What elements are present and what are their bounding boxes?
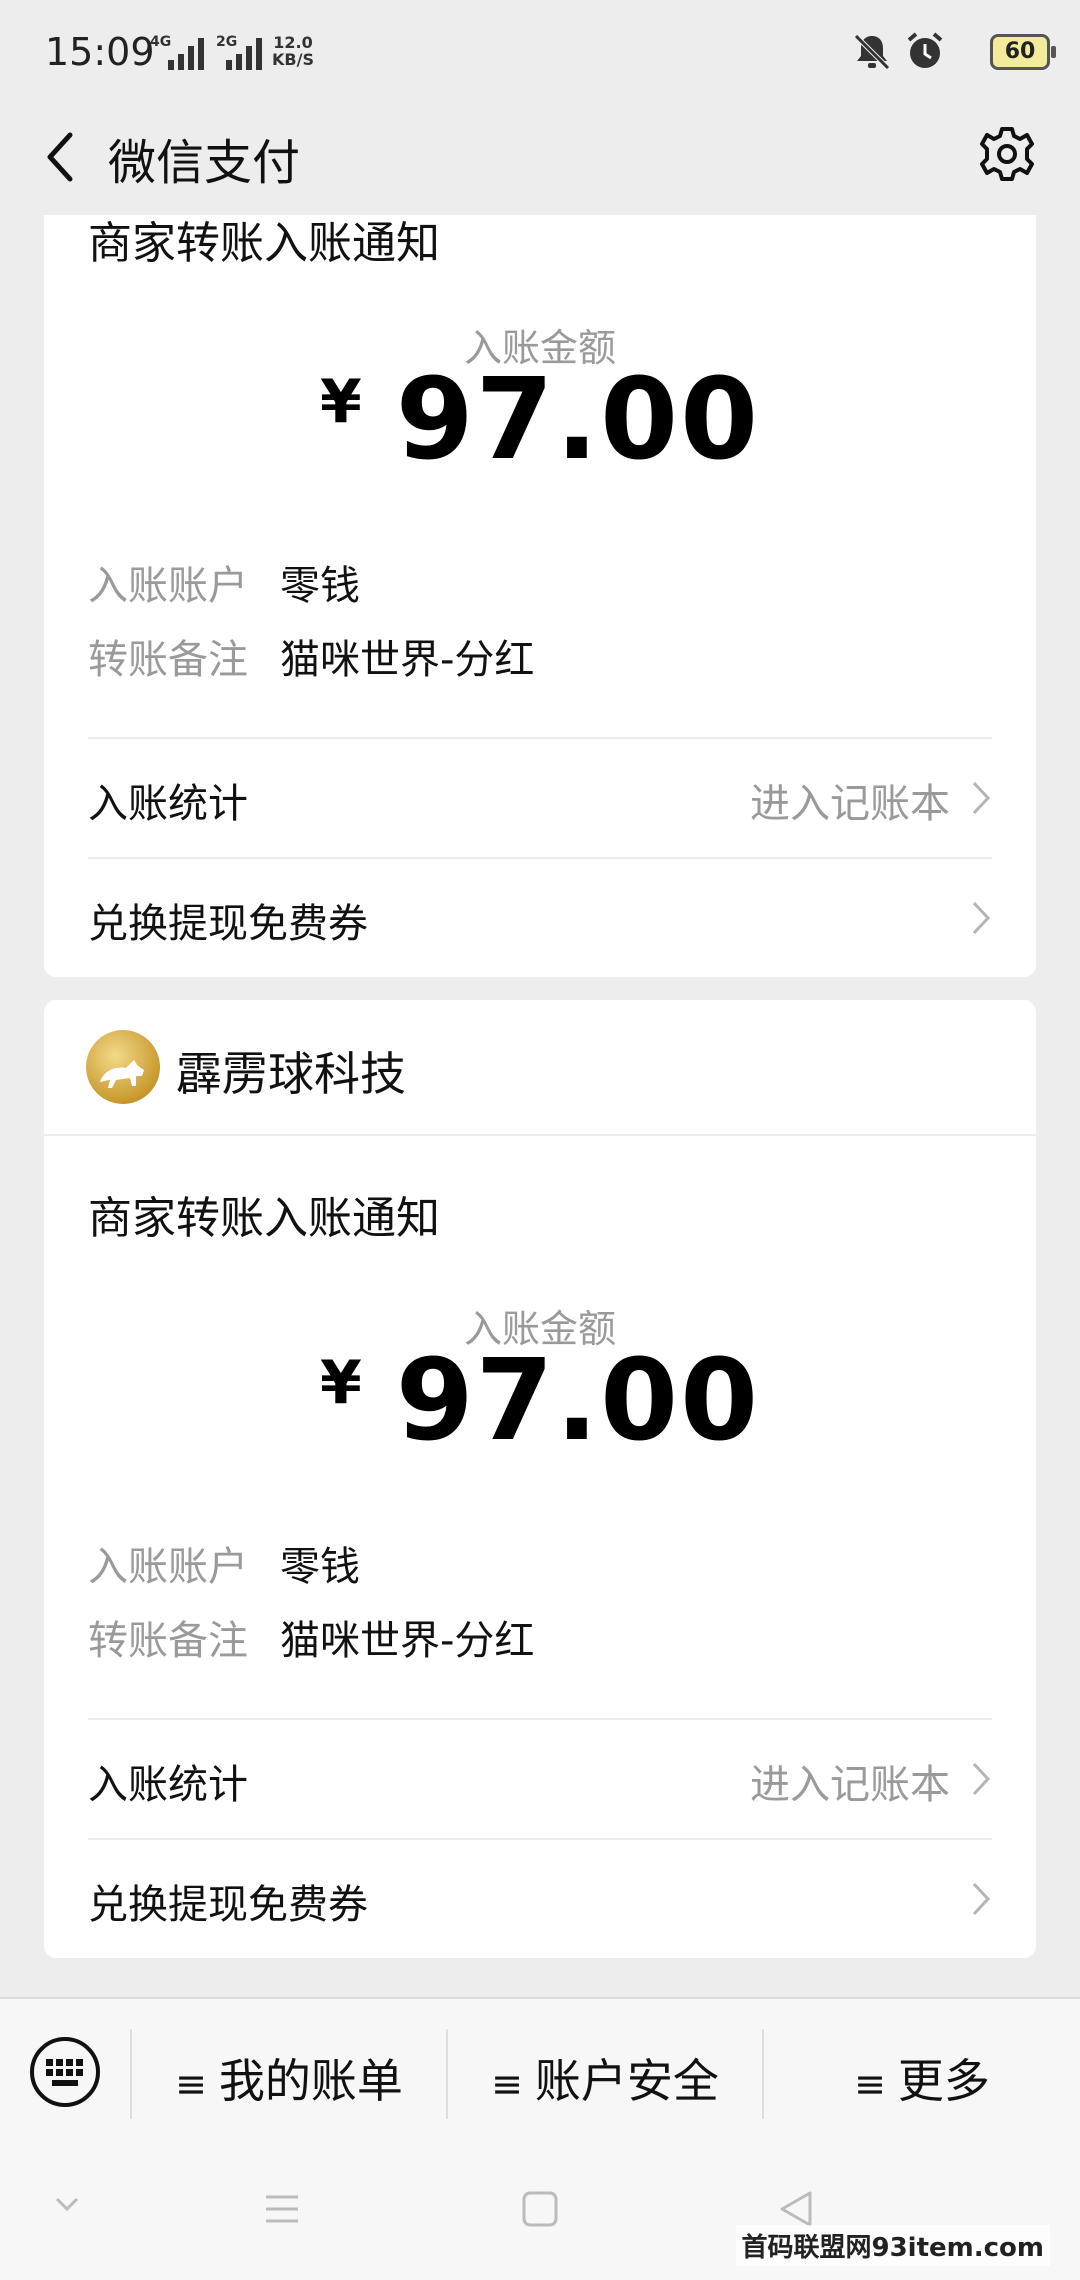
cat-logo-icon — [100, 1060, 144, 1088]
stats-hint: 进入记账本 — [750, 781, 950, 827]
alarm-icon — [907, 32, 943, 68]
watermark: 首码联盟网93item.com — [735, 2225, 1050, 2266]
nav-bar: 微信支付 — [0, 105, 1080, 215]
menu-list-icon: ≡ — [854, 2062, 886, 2106]
system-nav-bar: 首码联盟网93item.com — [0, 2149, 1080, 2280]
menu-list-icon: ≡ — [175, 2062, 207, 2106]
mute-bell-icon — [854, 34, 890, 70]
stats-label: 入账统计 — [88, 781, 248, 827]
section-title: 商家转账入账通知 — [88, 1193, 440, 1244]
note-row: 转账备注 猫咪世界-分红 — [88, 1608, 534, 1666]
coupon-row[interactable]: 兑换提现免费券 — [88, 1840, 992, 1958]
account-value: 零钱 — [280, 563, 360, 609]
merchant-row[interactable]: 霹雳球科技 — [44, 1000, 1036, 1136]
chevron-right-icon — [972, 901, 991, 935]
status-bar: 15:09 4G 2G 12.0 KB/S 60 — [0, 0, 1080, 105]
account-label: 入账账户 — [88, 563, 248, 609]
hide-nav-icon[interactable] — [52, 2189, 82, 2219]
merchant-logo — [86, 1030, 160, 1104]
menu-more[interactable]: ≡ 更多 — [764, 2045, 1080, 2111]
merchant-name: 霹雳球科技 — [176, 1047, 406, 1101]
section-title: 商家转账入账通知 — [88, 218, 440, 269]
page-title: 微信支付 — [108, 135, 301, 191]
battery-icon: 60 — [990, 34, 1056, 70]
note-value: 猫咪世界-分红 — [280, 637, 535, 683]
transfer-card-2: 霹雳球科技 商家转账入账通知 入账金额 ¥97.00 入账账户 零钱 转账备注 猫咪… — [44, 1000, 1036, 1958]
home-icon[interactable] — [520, 2189, 560, 2229]
amount-number: 97.00 — [395, 1336, 760, 1466]
note-label: 转账备注 — [88, 637, 248, 683]
status-icons: 60 — [850, 30, 1056, 74]
chevron-right-icon — [972, 1882, 991, 1916]
note-label: 转账备注 — [88, 1618, 248, 1664]
chevron-right-icon — [972, 1762, 991, 1796]
chevron-right-icon — [972, 781, 991, 815]
network-speed: 12.0 KB/S — [272, 33, 314, 69]
signal-4g-icon: 4G — [150, 34, 208, 70]
coupon-label: 兑换提现免费券 — [88, 901, 368, 947]
stats-row[interactable]: 入账统计 进入记账本 — [88, 1720, 992, 1838]
note-value: 猫咪世界-分红 — [280, 1618, 535, 1664]
account-row: 入账账户 零钱 — [88, 1534, 360, 1592]
back-nav-icon[interactable] — [776, 2189, 816, 2229]
account-value: 零钱 — [280, 1544, 360, 1590]
currency-symbol: ¥ — [319, 367, 362, 437]
menu-icon[interactable] — [262, 2189, 302, 2229]
amount-value: ¥97.00 — [44, 1336, 1036, 1466]
coupon-row[interactable]: 兑换提现免费券 — [88, 859, 992, 977]
status-time: 15:09 — [45, 30, 155, 74]
currency-symbol: ¥ — [319, 1348, 362, 1418]
stats-row[interactable]: 入账统计 进入记账本 — [88, 739, 992, 857]
keyboard-icon[interactable] — [28, 2035, 102, 2109]
amount-number: 97.00 — [395, 355, 760, 485]
bottom-menu: ≡ 我的账单 ≡ 账户安全 ≡ 更多 — [0, 1997, 1080, 2149]
menu-list-icon: ≡ — [491, 2062, 523, 2106]
stats-label: 入账统计 — [88, 1762, 248, 1808]
account-row: 入账账户 零钱 — [88, 553, 360, 611]
transfer-card-1: 商家转账入账通知 入账金额 ¥97.00 入账账户 零钱 转账备注 猫咪世界-分红 … — [44, 215, 1036, 977]
gear-icon[interactable] — [976, 123, 1038, 185]
signal-2g-icon: 2G — [216, 34, 266, 70]
coupon-label: 兑换提现免费券 — [88, 1882, 368, 1928]
note-row: 转账备注 猫咪世界-分红 — [88, 627, 534, 685]
back-icon[interactable] — [40, 127, 80, 187]
amount-value: ¥97.00 — [44, 355, 1036, 485]
menu-account-security[interactable]: ≡ 账户安全 — [448, 2045, 762, 2111]
stats-hint: 进入记账本 — [750, 1762, 950, 1808]
menu-my-bills[interactable]: ≡ 我的账单 — [132, 2045, 446, 2111]
account-label: 入账账户 — [88, 1544, 248, 1590]
